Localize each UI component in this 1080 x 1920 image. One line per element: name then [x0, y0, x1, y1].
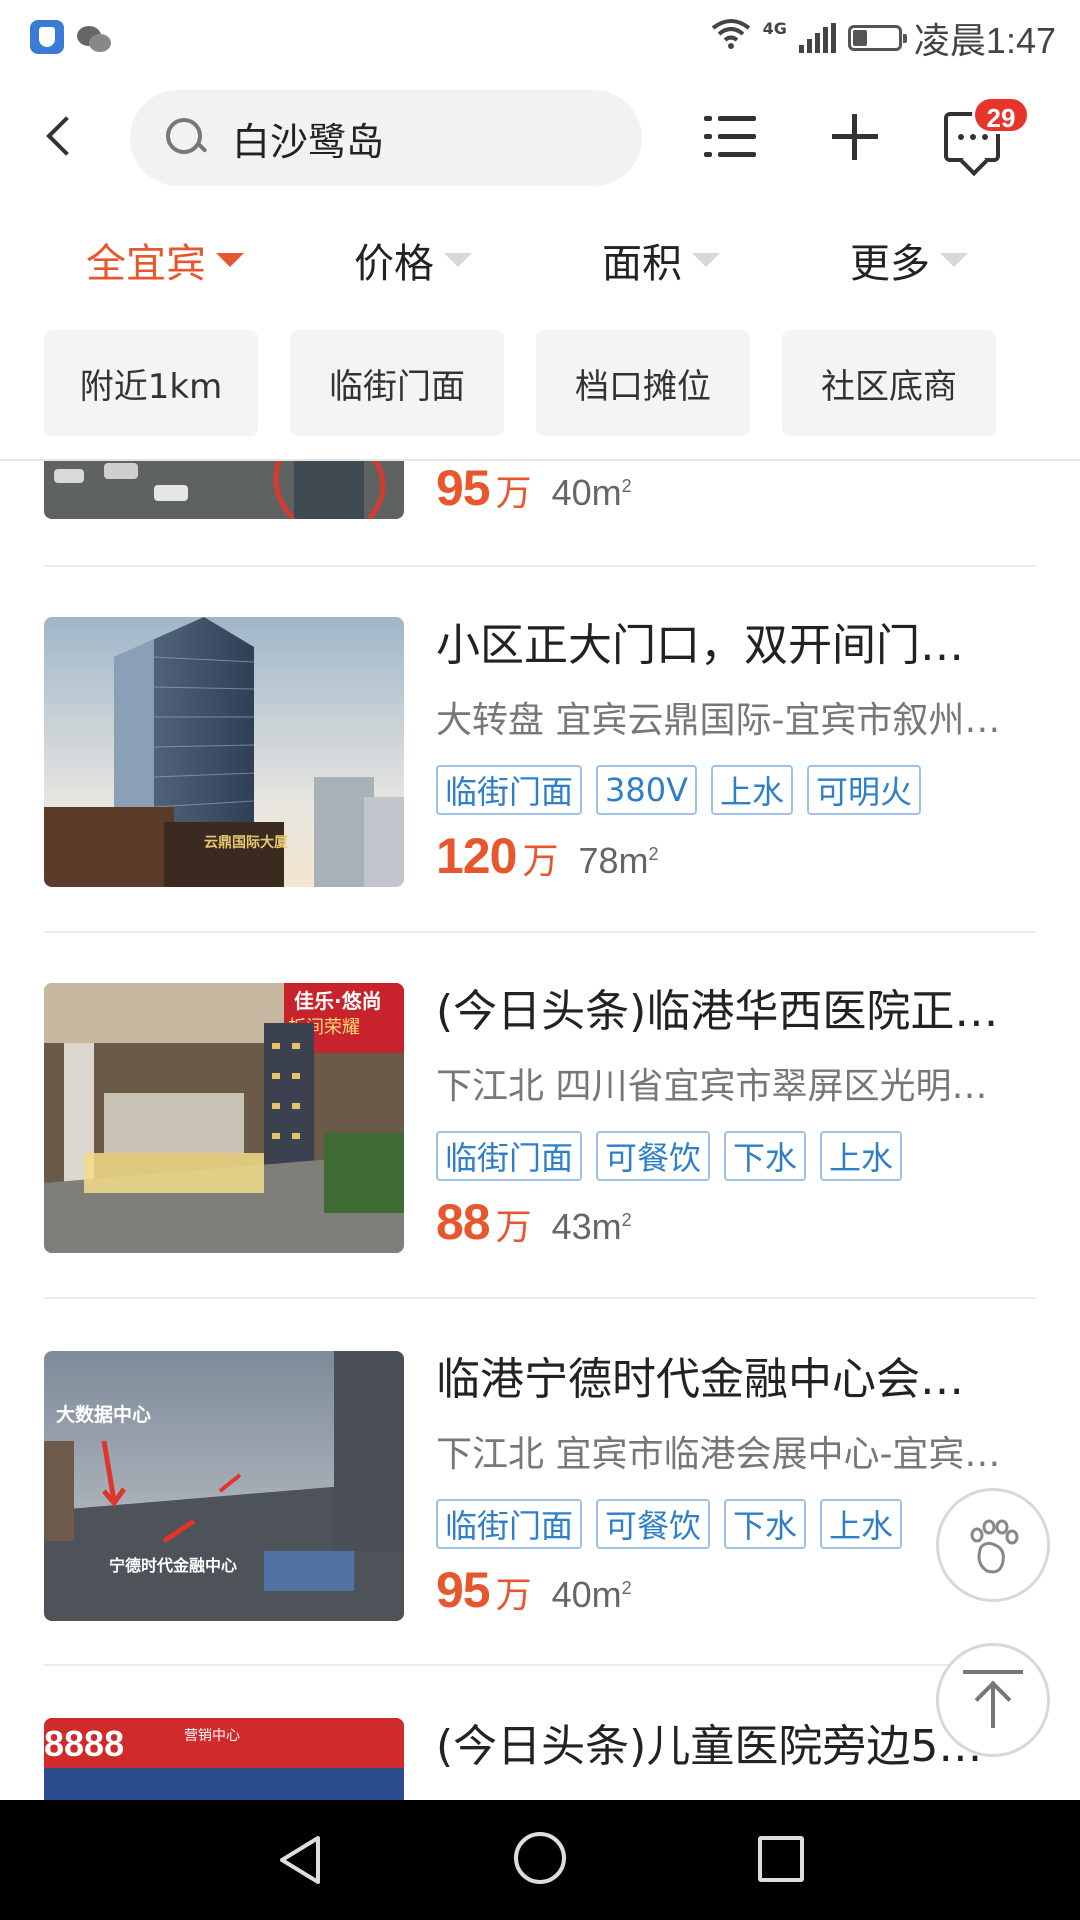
listing-title: 临港宁德时代金融中心会… — [436, 1354, 964, 1405]
filter-label: 面积 — [602, 241, 682, 287]
price: 120 — [436, 828, 517, 884]
search-input[interactable]: 白沙鹭岛 — [130, 90, 642, 186]
price-row: 120 万 78m2 — [436, 827, 659, 885]
tag: 可明火 — [807, 765, 922, 815]
wifi-icon — [711, 18, 751, 58]
tag: 下水 — [724, 1499, 807, 1549]
area: 78m2 — [578, 840, 659, 881]
tag: 临街门面 — [436, 765, 583, 815]
status-time: 凌晨1:47 — [913, 20, 1056, 61]
tag: 上水 — [710, 765, 793, 815]
tag: 380V — [596, 765, 697, 815]
back-to-top-icon[interactable] — [936, 1643, 1050, 1757]
nav-back-icon[interactable] — [272, 1830, 332, 1890]
divider — [44, 1297, 1036, 1299]
tag: 临街门面 — [436, 1499, 583, 1549]
filter-bar: 全宜宾 价格 面积 更多 — [0, 220, 1080, 300]
back-icon[interactable] — [36, 106, 86, 166]
price-row: 95 万 40m2 — [436, 461, 632, 517]
filter-region[interactable]: 全宜宾 — [86, 220, 244, 300]
filter-label: 全宜宾 — [86, 241, 206, 287]
billboard-text: 佳乐·悠尚 — [294, 989, 382, 1013]
image-label: 8888 — [44, 1723, 124, 1764]
nav-home-icon[interactable] — [514, 1832, 566, 1884]
message-badge: 29 — [972, 96, 1030, 134]
divider — [44, 1664, 1036, 1666]
area: 40m2 — [551, 472, 632, 513]
price: 95 — [436, 461, 491, 516]
tag: 可餐饮 — [596, 1499, 711, 1549]
tag: 可餐饮 — [596, 1131, 711, 1181]
tag-list: 临街门面 可餐饮 下水 上水 — [436, 1499, 903, 1549]
signal-icon — [798, 23, 836, 53]
divider — [44, 931, 1036, 933]
chip-street-shop[interactable]: 临街门面 — [290, 330, 504, 436]
image-label: 宁德时代金融中心 — [109, 1556, 237, 1575]
filter-more[interactable]: 更多 — [850, 220, 968, 300]
price-unit: 万 — [495, 1207, 532, 1248]
list-icon[interactable] — [704, 114, 756, 160]
caret-down-icon — [940, 253, 968, 267]
price-unit: 万 — [495, 1575, 532, 1616]
listing-item[interactable]: 95 万 40m2 — [44, 461, 1036, 519]
filter-label: 更多 — [850, 241, 930, 287]
price-unit: 万 — [522, 841, 559, 882]
tag: 临街门面 — [436, 1131, 583, 1181]
tag: 上水 — [820, 1499, 903, 1549]
filter-price[interactable]: 价格 — [354, 220, 472, 300]
search-query: 白沙鹭岛 — [232, 119, 385, 164]
area: 40m2 — [551, 1574, 632, 1615]
tag-list: 临街门面 380V 上水 可明火 — [436, 765, 922, 815]
price-unit: 万 — [495, 473, 532, 514]
listing-photo: 8888 营销中心 — [44, 1718, 404, 1800]
top-bar: 白沙鹭岛 29 — [0, 84, 1080, 194]
nav-recent-icon[interactable] — [758, 1836, 804, 1882]
wechat-icon — [76, 24, 112, 60]
chip-stall[interactable]: 档口摊位 — [536, 330, 750, 436]
divider — [44, 565, 1036, 567]
arrow-up-icon — [963, 1670, 1023, 1730]
image-label: 营销中心 — [184, 1728, 240, 1744]
network-type: 4G — [762, 18, 787, 38]
listing-item[interactable]: 8888 营销中心 (今日头条)儿童医院旁边5… — [44, 1718, 1036, 1800]
listing-photo: 云鼎国际大厦 — [44, 617, 404, 887]
caret-down-icon — [692, 253, 720, 267]
listing-title: (今日头条)临港华西医院正… — [436, 986, 999, 1037]
listing-address: 下江北 四川省宜宾市翠屏区光明… — [436, 1066, 988, 1107]
plus-icon[interactable] — [832, 114, 878, 160]
listing-address: 下江北 宜宾市临港会展中心-宜宾… — [436, 1434, 1001, 1475]
listing-list[interactable]: 95 万 40m2 云鼎国际大厦 小区正大门口，双开间门… 大转盘 宜宾云鼎国际… — [0, 461, 1080, 1800]
listing-item[interactable]: 佳乐·悠尚 板间荣耀 (今日头条)临港华西医院正… 下江北 四川省宜宾市翠屏区光… — [44, 983, 1036, 1253]
tag-list: 临街门面 可餐饮 下水 上水 — [436, 1131, 903, 1181]
listing-item[interactable]: 大数据中心 宁德时代金融中心 临港宁德时代金融中心会… 下江北 宜宾市临港会展中… — [44, 1351, 1036, 1621]
system-nav-bar — [0, 1800, 1080, 1920]
chip-nearby[interactable]: 附近1km — [44, 330, 258, 436]
tag: 上水 — [820, 1131, 903, 1181]
listing-photo: 大数据中心 宁德时代金融中心 — [44, 1351, 404, 1621]
chip-community-shop[interactable]: 社区底商 — [782, 330, 996, 436]
price: 88 — [436, 1194, 491, 1250]
caret-down-icon — [444, 253, 472, 267]
price: 95 — [436, 1562, 491, 1618]
building-sign: 云鼎国际大厦 — [204, 834, 289, 851]
price-row: 95 万 40m2 — [436, 1561, 632, 1619]
image-label: 大数据中心 — [56, 1403, 151, 1426]
area: 43m2 — [551, 1206, 632, 1247]
listing-address: 大转盘 宜宾云鼎国际-宜宾市叙州… — [436, 700, 1001, 741]
filter-label: 价格 — [354, 241, 434, 287]
listing-photo: 佳乐·悠尚 板间荣耀 — [44, 983, 404, 1253]
search-icon — [164, 116, 208, 160]
price-row: 88 万 43m2 — [436, 1193, 632, 1251]
caret-down-icon — [216, 253, 244, 267]
security-app-icon — [30, 20, 64, 54]
status-bar: 4G 凌晨1:47 — [0, 0, 1080, 76]
battery-icon — [847, 25, 907, 51]
footprint-icon[interactable] — [936, 1488, 1050, 1602]
status-right: 4G 凌晨1:47 — [711, 14, 1056, 62]
filter-area[interactable]: 面积 — [602, 220, 720, 300]
listing-item[interactable]: 云鼎国际大厦 小区正大门口，双开间门… 大转盘 宜宾云鼎国际-宜宾市叙州… 临街… — [44, 617, 1036, 887]
listing-photo — [44, 461, 404, 519]
listing-title: 小区正大门口，双开间门… — [436, 620, 964, 671]
tag: 下水 — [724, 1131, 807, 1181]
